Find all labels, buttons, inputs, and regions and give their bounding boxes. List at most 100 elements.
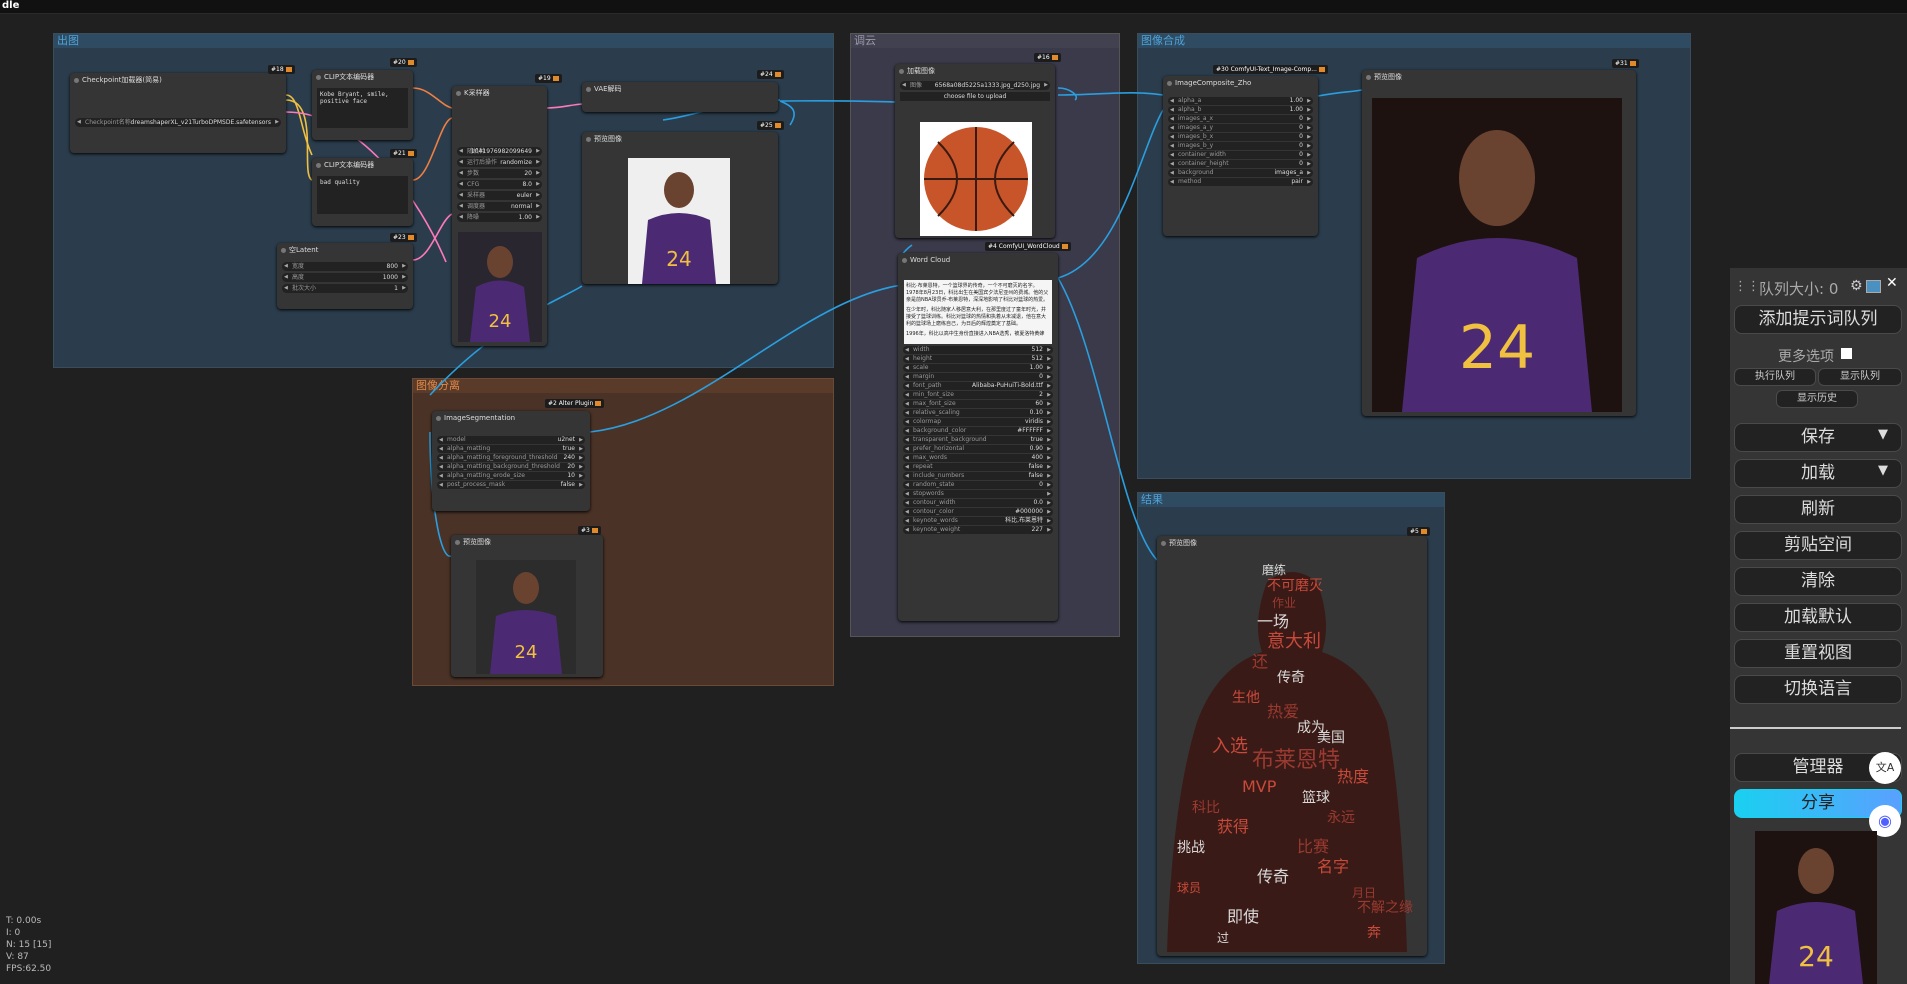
node-preview-31[interactable]: 预览图像 24 xyxy=(1362,70,1636,416)
widget-alphamattingforegroundthreshold[interactable]: alpha_matting_foreground_threshold 240 xyxy=(437,454,585,462)
widget-imagesby[interactable]: images_b_y 0 xyxy=(1168,142,1313,150)
widget-label: colormap xyxy=(913,418,941,425)
widget-label: alpha_matting_foreground_threshold xyxy=(447,454,558,461)
widget-maxwords[interactable]: max_words 400 xyxy=(903,454,1053,462)
reset-view-button[interactable]: 重置视图 xyxy=(1734,639,1902,668)
widget-CFG[interactable]: CFG 8.0 xyxy=(457,180,542,189)
sidebar-thumbnail-image: 24 xyxy=(1755,831,1877,984)
widget-method[interactable]: method pair xyxy=(1168,178,1313,186)
widget-value: normal xyxy=(510,203,532,210)
node-ksampler[interactable]: K采样器 随机种1041976982099649 运行后操作randomize 步数… xyxy=(452,86,547,346)
widget-stopwords[interactable]: stopwords xyxy=(903,490,1053,498)
widget-imagesbx[interactable]: images_b_x 0 xyxy=(1168,133,1313,141)
node-word-cloud[interactable]: Word Cloud 科比·布莱恩特，一个篮球界的传奇，一个不可磨灭的名字。19… xyxy=(898,253,1058,621)
widget-minfontsize[interactable]: min_font_size 2 xyxy=(903,391,1053,399)
switch-language-button[interactable]: 切换语言 xyxy=(1734,675,1902,704)
widget-[interactable]: 高度 1000 xyxy=(282,273,408,282)
node-vae-decode[interactable]: VAE解码 xyxy=(582,82,778,112)
drag-handle-icon[interactable]: ⋮⋮ xyxy=(1734,279,1760,294)
node-checkpoint[interactable]: Checkpoint加载器(简易) Checkpoint名称dreamshape… xyxy=(70,73,286,153)
widget-[interactable]: 调度器 normal xyxy=(457,202,542,211)
show-queue-button[interactable]: 显示队列 xyxy=(1818,368,1902,386)
node-image-segmentation[interactable]: ImageSegmentation model u2net alpha_mattin… xyxy=(432,411,590,511)
widget-alphamattingerodesize[interactable]: alpha_matting_erode_size 10 xyxy=(437,472,585,480)
node-clip-negative[interactable]: CLIP文本编码器 bad quality xyxy=(312,158,413,226)
widget-width[interactable]: width 512 xyxy=(903,346,1053,354)
widget-margin[interactable]: margin 0 xyxy=(903,373,1053,381)
widget-includenumbers[interactable]: include_numbers false xyxy=(903,472,1053,480)
widget-transparentbackground[interactable]: transparent_background true xyxy=(903,436,1053,444)
load-button[interactable]: 加载 xyxy=(1734,459,1902,488)
prompt-textarea[interactable]: bad quality xyxy=(317,176,408,214)
widget-contourcolor[interactable]: contour_color #000000 xyxy=(903,508,1053,516)
more-options-checkbox[interactable] xyxy=(1841,348,1852,359)
save-button[interactable]: 保存 xyxy=(1734,423,1902,452)
widget-postprocessmask[interactable]: post_process_mask false xyxy=(437,481,585,489)
close-icon[interactable]: ✕ xyxy=(1886,275,1898,291)
widget-keynoteweight[interactable]: keynote_weight 227 xyxy=(903,526,1053,534)
upload-button[interactable]: choose file to upload xyxy=(900,92,1050,101)
widget-containerwidth[interactable]: container_width 0 xyxy=(1168,151,1313,159)
widget-alphamattingbackgroundthreshold[interactable]: alpha_matting_background_threshold 20 xyxy=(437,463,585,471)
node-clip-positive[interactable]: CLIP文本编码器 Kobe Bryant, smile, positive f… xyxy=(312,70,413,140)
node-id-badge: #18 xyxy=(268,65,295,74)
widget-imagesax[interactable]: images_a_x 0 xyxy=(1168,115,1313,123)
widget-colormap[interactable]: colormap viridis xyxy=(903,418,1053,426)
load-default-button[interactable]: 加载默认 xyxy=(1734,603,1902,632)
refresh-button[interactable]: 刷新 xyxy=(1734,495,1902,524)
widget-[interactable]: 采样器 euler xyxy=(457,191,542,200)
prompt-textarea[interactable]: Kobe Bryant, smile, positive face xyxy=(317,88,408,128)
widget-[interactable]: 步数 20 xyxy=(457,169,542,178)
add-queue-button[interactable]: 添加提示词队列 xyxy=(1734,305,1902,334)
exec-queue-button[interactable]: 执行队列 xyxy=(1734,368,1816,386)
save-dropdown-icon[interactable]: ▼ xyxy=(1878,427,1888,442)
widget-repeat[interactable]: repeat false xyxy=(903,463,1053,471)
checkpoint-select[interactable]: Checkpoint名称dreamshaperXL_v21TurboDPMSDE… xyxy=(75,118,281,127)
node-preview-3[interactable]: 预览图像 24 xyxy=(451,535,603,677)
widget-alphaa[interactable]: alpha_a 1.00 xyxy=(1168,97,1313,105)
node-preview-5[interactable]: 预览图像 磨练 不可磨灭 作业 一场 意大利还传奇 生他 热爱 成为 入选 布莱恩特 美国 MVP 科比… xyxy=(1157,536,1427,956)
widget-preferhorizontal[interactable]: prefer_horizontal 0.90 xyxy=(903,445,1053,453)
widget-[interactable]: 宽度 800 xyxy=(282,262,408,271)
widget-relativescaling[interactable]: relative_scaling 0.10 xyxy=(903,409,1053,417)
node-preview-25[interactable]: 预览图像 24 xyxy=(582,132,778,284)
node-load-image[interactable]: 加载图像 图像 6568a08d5225a1333.jpg_d250.jpg ch… xyxy=(895,64,1055,238)
widget-label: model xyxy=(447,436,466,443)
widget-maxfontsize[interactable]: max_font_size 60 xyxy=(903,400,1053,408)
widget-model[interactable]: model u2net xyxy=(437,436,585,444)
widget-label: include_numbers xyxy=(913,472,965,479)
widget-[interactable]: 降噪 1.00 xyxy=(457,213,542,222)
load-dropdown-icon[interactable]: ▼ xyxy=(1878,463,1888,478)
show-history-button[interactable]: 显示历史 xyxy=(1776,390,1858,408)
widget-keynotewords[interactable]: keynote_words 科比,布莱恩特 xyxy=(903,517,1053,525)
widget-fontpath[interactable]: font_path Alibaba-PuHuiTi-Bold.ttf xyxy=(903,382,1053,390)
widget-value: 0.90 xyxy=(1029,445,1043,452)
widget-label: max_font_size xyxy=(913,400,956,407)
clear-button[interactable]: 清除 xyxy=(1734,567,1902,596)
translate-icon[interactable]: 文A xyxy=(1869,752,1901,784)
widget-containerheight[interactable]: container_height 0 xyxy=(1168,160,1313,168)
image-select[interactable]: 图像 6568a08d5225a1333.jpg_d250.jpg xyxy=(900,81,1050,90)
node-image-composite[interactable]: ImageComposite_Zho alpha_a 1.00 alpha_b 1.0… xyxy=(1163,76,1318,236)
widget-imagesay[interactable]: images_a_y 0 xyxy=(1168,124,1313,132)
wordcloud-word: 名字 xyxy=(1317,857,1349,876)
widget-height[interactable]: height 512 xyxy=(903,355,1053,363)
widget-scale[interactable]: scale 1.00 xyxy=(903,364,1053,372)
widget-[interactable]: 运行后操作randomize xyxy=(457,158,542,167)
gear-icon[interactable]: ⚙ xyxy=(1850,278,1863,294)
widget-randomstate[interactable]: random_state 0 xyxy=(903,481,1053,489)
wordcloud-textarea[interactable]: 科比·布莱恩特，一个篮球界的传奇，一个不可磨灭的名字。1978年8月23日，科比… xyxy=(904,280,1052,344)
widget-contourwidth[interactable]: contour_width 0.0 xyxy=(903,499,1053,507)
widget-background[interactable]: background images_a xyxy=(1168,169,1313,177)
node-empty-latent[interactable]: 空Latent 宽度 800 高度 1000 批次大小 1 xyxy=(277,243,413,309)
image-icon[interactable] xyxy=(1866,280,1881,293)
node-id-badge: #2 Alter Plugin xyxy=(545,399,605,408)
widget-[interactable]: 批次大小 1 xyxy=(282,284,408,293)
widget-backgroundcolor[interactable]: background_color #FFFFFF xyxy=(903,427,1053,435)
clipspace-button[interactable]: 剪贴空间 xyxy=(1734,531,1902,560)
widget-[interactable]: 随机种1041976982099649 xyxy=(457,147,542,156)
widget-alphamatting[interactable]: alpha_matting true xyxy=(437,445,585,453)
widget-alphab[interactable]: alpha_b 1.00 xyxy=(1168,106,1313,114)
wordcloud-word: 比赛 xyxy=(1297,837,1329,856)
node-title: 预览图像 xyxy=(1157,536,1427,551)
